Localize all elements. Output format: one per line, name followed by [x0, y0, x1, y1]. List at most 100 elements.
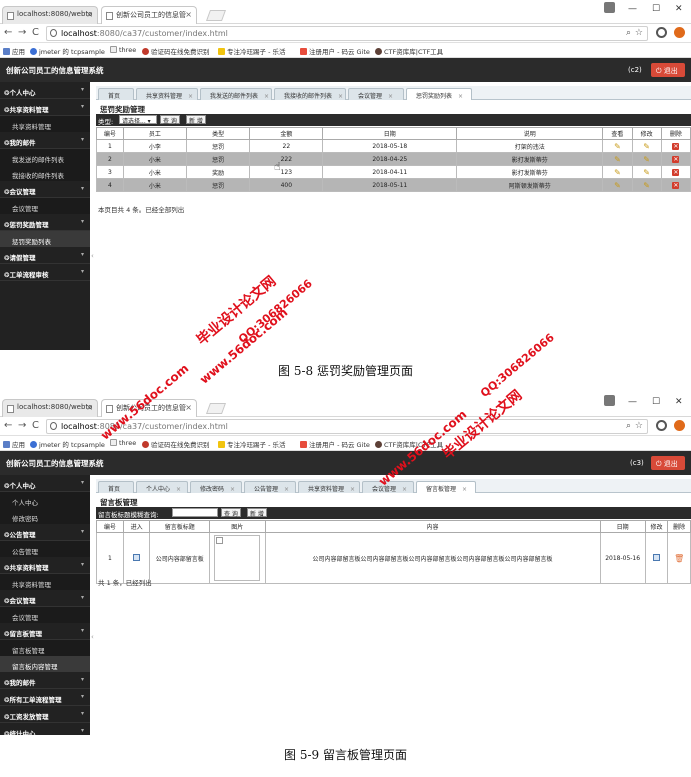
tab-change-password[interactable]: 修改密码 ×	[190, 481, 242, 493]
sidebar-item[interactable]: 我发送的邮件列表	[0, 149, 90, 165]
tab-home[interactable]: 首页	[98, 481, 134, 493]
browser-tab-active[interactable]: 创新公司员工的信息管 ×	[101, 6, 197, 24]
extension-icon[interactable]	[656, 420, 667, 431]
maximize-icon[interactable]: ☐	[652, 397, 660, 407]
bookmark-item[interactable]: jmeter 的 tcpsample	[30, 439, 105, 449]
sidebar-section[interactable]: ❂共享资料管理 ▾	[0, 557, 90, 574]
type-select[interactable]: 请选择... ▾	[119, 115, 157, 125]
sidebar-section[interactable]: ❂请假管理 ▾	[0, 247, 90, 264]
close-icon[interactable]: ×	[350, 486, 355, 493]
sidebar-section[interactable]: ❂我的邮件 ▾	[0, 672, 90, 689]
tab-rewards[interactable]: 惩罚奖励列表 ×	[406, 88, 472, 100]
back-icon[interactable]: ←	[4, 420, 12, 431]
trash-icon[interactable]: 🗑	[674, 554, 684, 563]
sidebar-section[interactable]: ❂会议管理 ▾	[0, 590, 90, 607]
sidebar-item[interactable]: 会议管理	[0, 198, 90, 214]
tab-profile[interactable]: 个人中心 ×	[136, 481, 188, 493]
tab-shared-files[interactable]: 共享资料管理 ×	[136, 88, 198, 100]
close-icon[interactable]: ×	[284, 486, 289, 493]
tab-shared-files[interactable]: 共享资料管理 ×	[298, 481, 360, 493]
star-icon[interactable]: ☆	[635, 421, 643, 431]
reload-icon[interactable]: C	[32, 420, 39, 431]
address-input[interactable]: localhost:8080/ca37/customer/index.html …	[46, 26, 648, 41]
query-button[interactable]: 查 询	[160, 115, 180, 125]
sidebar-item[interactable]: 修改密码	[0, 508, 90, 524]
bookmark-item[interactable]: 验证码在线免费识别	[142, 439, 210, 449]
profile-icon[interactable]	[604, 2, 615, 13]
close-icon[interactable]: ×	[264, 93, 269, 100]
close-icon[interactable]: ×	[176, 486, 181, 493]
tab-guestbook[interactable]: 留言板管理 ×	[416, 481, 476, 493]
sidebar-item[interactable]: 留言板管理	[0, 640, 90, 656]
new-tab-button[interactable]	[205, 10, 227, 21]
add-button[interactable]: 新 增	[247, 508, 267, 518]
sidebar-section[interactable]: ❂会议管理 ▾	[0, 181, 90, 198]
sidebar-item[interactable]: 惩罚奖励列表	[0, 231, 90, 247]
forward-icon[interactable]: →	[18, 420, 26, 431]
reload-icon[interactable]: C	[32, 27, 39, 38]
sidebar-section[interactable]: ❂个人中心 ▾	[0, 82, 90, 99]
bookmark-apps[interactable]: 应用	[3, 46, 25, 56]
bookmark-item[interactable]: three	[110, 439, 136, 447]
bookmark-item[interactable]: 注册用户 - 码云 Gite	[300, 439, 370, 449]
bookmark-item[interactable]: 注册用户 - 码云 Gite	[300, 46, 370, 56]
bookmark-item[interactable]: three	[110, 46, 136, 54]
close-icon[interactable]: ×	[185, 403, 192, 412]
back-icon[interactable]: ←	[4, 27, 12, 38]
menu-icon[interactable]	[674, 27, 685, 38]
sidebar-section[interactable]: ❂我的邮件 ▾	[0, 132, 90, 149]
profile-icon[interactable]	[604, 395, 615, 406]
close-icon[interactable]: ×	[338, 93, 343, 100]
close-icon[interactable]: ×	[458, 93, 463, 100]
sidebar-item[interactable]: 个人中心	[0, 492, 90, 508]
query-button[interactable]: 查 询	[221, 508, 241, 518]
window-close-icon[interactable]: ✕	[675, 397, 683, 407]
star-icon[interactable]: ☆	[635, 28, 643, 38]
view-icon[interactable]: ✎	[614, 142, 621, 151]
add-button[interactable]: 新 增	[186, 115, 206, 125]
bookmark-item[interactable]: 验证码在线免费识别	[142, 46, 210, 56]
tab-received-mail[interactable]: 我接收的邮件列表 ×	[274, 88, 346, 100]
logout-button[interactable]: ⏻ 退出	[651, 456, 685, 470]
close-icon[interactable]: ×	[86, 10, 93, 19]
close-icon[interactable]: ×	[230, 486, 235, 493]
sidebar-section[interactable]: ❂统计中心 ▾	[0, 723, 90, 735]
bookmark-apps[interactable]: 应用	[3, 439, 25, 449]
bookmark-item[interactable]: 专注冷珏踢子 - 乐活	[218, 46, 285, 56]
sidebar-item[interactable]: 共享资料管理	[0, 574, 90, 590]
edit-icon[interactable]: ✎	[643, 155, 650, 164]
close-icon[interactable]: ×	[388, 93, 393, 100]
edit-icon[interactable]: ✎	[643, 168, 650, 177]
collapse-sidebar-icon[interactable]: ‹	[91, 633, 94, 641]
extension-icon[interactable]	[656, 27, 667, 38]
title-search-input[interactable]	[172, 508, 218, 517]
view-icon[interactable]: ✎	[614, 155, 621, 164]
sidebar-item[interactable]: 留言板内容管理	[0, 656, 90, 672]
sidebar-item[interactable]: 公告管理	[0, 541, 90, 557]
logout-button[interactable]: ⏻ 退出	[651, 63, 685, 77]
minimize-icon[interactable]: —	[628, 4, 637, 14]
zoom-icon[interactable]: ⌕	[626, 28, 631, 38]
bookmark-item[interactable]: 专注冷珏踢子 - 乐活	[218, 439, 285, 449]
delete-icon[interactable]: ✕	[672, 168, 680, 176]
view-icon[interactable]: ✎	[614, 168, 621, 177]
minimize-icon[interactable]: —	[628, 397, 637, 407]
delete-icon[interactable]: ✕	[672, 155, 680, 163]
maximize-icon[interactable]: ☐	[652, 4, 660, 14]
sidebar-section[interactable]: ❂公告管理 ▾	[0, 524, 90, 541]
new-tab-button[interactable]	[205, 403, 227, 414]
close-icon[interactable]: ×	[402, 486, 407, 493]
sidebar-item[interactable]: 会议管理	[0, 607, 90, 623]
view-icon[interactable]: ✎	[614, 181, 621, 190]
window-close-icon[interactable]: ✕	[675, 4, 683, 14]
tab-notices[interactable]: 公告管理 ×	[244, 481, 296, 493]
close-icon[interactable]: ×	[462, 486, 467, 493]
zoom-icon[interactable]: ⌕	[626, 421, 631, 431]
sidebar-section[interactable]: ❂工单流程审核 ▾	[0, 264, 90, 281]
tab-meetings[interactable]: 会议管理 ×	[348, 88, 404, 100]
sidebar-item[interactable]: 我接收的邮件列表	[0, 165, 90, 181]
forward-icon[interactable]: →	[18, 27, 26, 38]
delete-icon[interactable]: ✕	[672, 142, 680, 150]
sidebar-section[interactable]: ❂留言板管理 ▾	[0, 623, 90, 640]
close-icon[interactable]: ×	[188, 93, 193, 100]
